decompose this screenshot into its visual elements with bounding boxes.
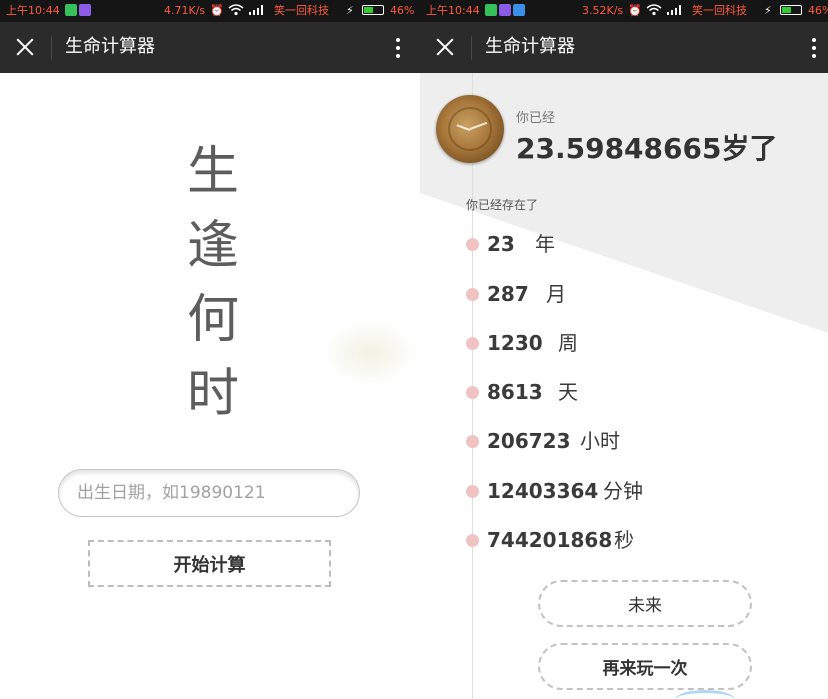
charging-icon: ⚡: [764, 4, 772, 17]
stat-unit: 秒: [614, 528, 634, 552]
slogan-char: 何: [186, 290, 239, 350]
wifi-icon: [228, 4, 244, 20]
status-bar: 上午10:44 3.52K/s ⏰ 笑一回科技 ⚡ 46%: [420, 0, 828, 22]
slogan-char: 时: [186, 364, 239, 424]
title-divider: [51, 36, 52, 60]
page-title: 生命计算器: [65, 36, 155, 57]
timeline-dot-icon: [466, 534, 479, 547]
close-icon[interactable]: [14, 36, 36, 58]
charging-icon: ⚡: [346, 4, 354, 17]
play-again-button[interactable]: 再来玩一次: [538, 643, 752, 690]
stat-unit: 分钟: [603, 479, 643, 503]
phone-screen-input: 上午10:44 4.71K/s ⏰ 笑一回科技 ⚡ 46% 生命计算器 生 逢 …: [0, 0, 420, 699]
stat-value: 744201868: [487, 528, 613, 552]
status-bar: 上午10:44 4.71K/s ⏰ 笑一回科技 ⚡ 46%: [0, 0, 420, 22]
app-notification-icon: [485, 4, 497, 16]
image-artifact: [320, 318, 420, 388]
battery-icon: [780, 4, 805, 18]
battery-percent: 46%: [390, 4, 415, 17]
wifi-icon: [646, 4, 662, 20]
title-bar: 生命计算器: [0, 22, 420, 73]
slogan: 生 逢 何 时: [183, 135, 243, 431]
timeline-dot-icon: [466, 435, 479, 448]
alarm-icon: ⏰: [628, 4, 642, 17]
page-title: 生命计算器: [485, 36, 575, 57]
app-notification-icon: [65, 4, 77, 16]
network-speed: 3.52K/s: [582, 4, 624, 17]
carrier-name: 笑一回科技: [692, 4, 747, 17]
start-calculate-button[interactable]: 开始计算: [88, 540, 331, 587]
stat-value: 206723: [487, 429, 571, 453]
stat-value: 8613: [487, 380, 543, 404]
battery-icon: [362, 4, 387, 18]
carrier-name: 笑一回科技: [274, 4, 329, 17]
battery-percent: 46%: [808, 4, 828, 17]
stat-value: 23: [487, 232, 515, 256]
title-bar: 生命计算器: [420, 22, 828, 73]
more-vertical-icon[interactable]: [804, 36, 824, 60]
status-time: 上午10:44: [426, 4, 480, 17]
network-speed: 4.71K/s: [164, 4, 206, 17]
slogan-char: 逢: [186, 216, 239, 276]
existence-label: 你已经存在了: [466, 198, 539, 212]
stat-unit: 周: [558, 331, 578, 355]
timeline-dot-icon: [466, 485, 479, 498]
more-vertical-icon[interactable]: [388, 36, 408, 60]
future-button[interactable]: 未来: [538, 580, 752, 627]
age-intro-label: 你已经: [516, 111, 556, 126]
stat-value: 287: [487, 282, 529, 306]
app-notification-icon: [499, 4, 511, 16]
phone-screen-result: 上午10:44 3.52K/s ⏰ 笑一回科技 ⚡ 46% 生命计算器 你已经 …: [420, 0, 828, 699]
timeline-dot-icon: [466, 288, 479, 301]
notification-icons: [63, 4, 91, 18]
clock-avatar-icon: [436, 95, 504, 163]
stat-unit: 小时: [580, 429, 620, 453]
app-notification-icon: [79, 4, 91, 16]
birth-date-input[interactable]: [58, 469, 360, 517]
signal-icon: [248, 4, 264, 20]
age-value: 23.59848665岁了: [516, 132, 778, 165]
alarm-icon: ⏰: [210, 4, 224, 17]
stat-value: 12403364: [487, 479, 599, 503]
stat-unit: 年: [535, 232, 555, 256]
signal-icon: [666, 4, 682, 20]
title-divider: [471, 36, 472, 60]
timeline-dot-icon: [466, 238, 479, 251]
stat-value: 1230: [487, 331, 543, 355]
timeline-dot-icon: [466, 337, 479, 350]
close-icon[interactable]: [434, 36, 456, 58]
app-notification-icon: [513, 4, 525, 16]
stat-unit: 天: [558, 380, 578, 404]
slogan-char: 生: [186, 142, 239, 202]
stat-unit: 月: [546, 282, 566, 306]
status-time: 上午10:44: [6, 4, 60, 17]
timeline-dot-icon: [466, 386, 479, 399]
notification-icons: [483, 4, 525, 18]
